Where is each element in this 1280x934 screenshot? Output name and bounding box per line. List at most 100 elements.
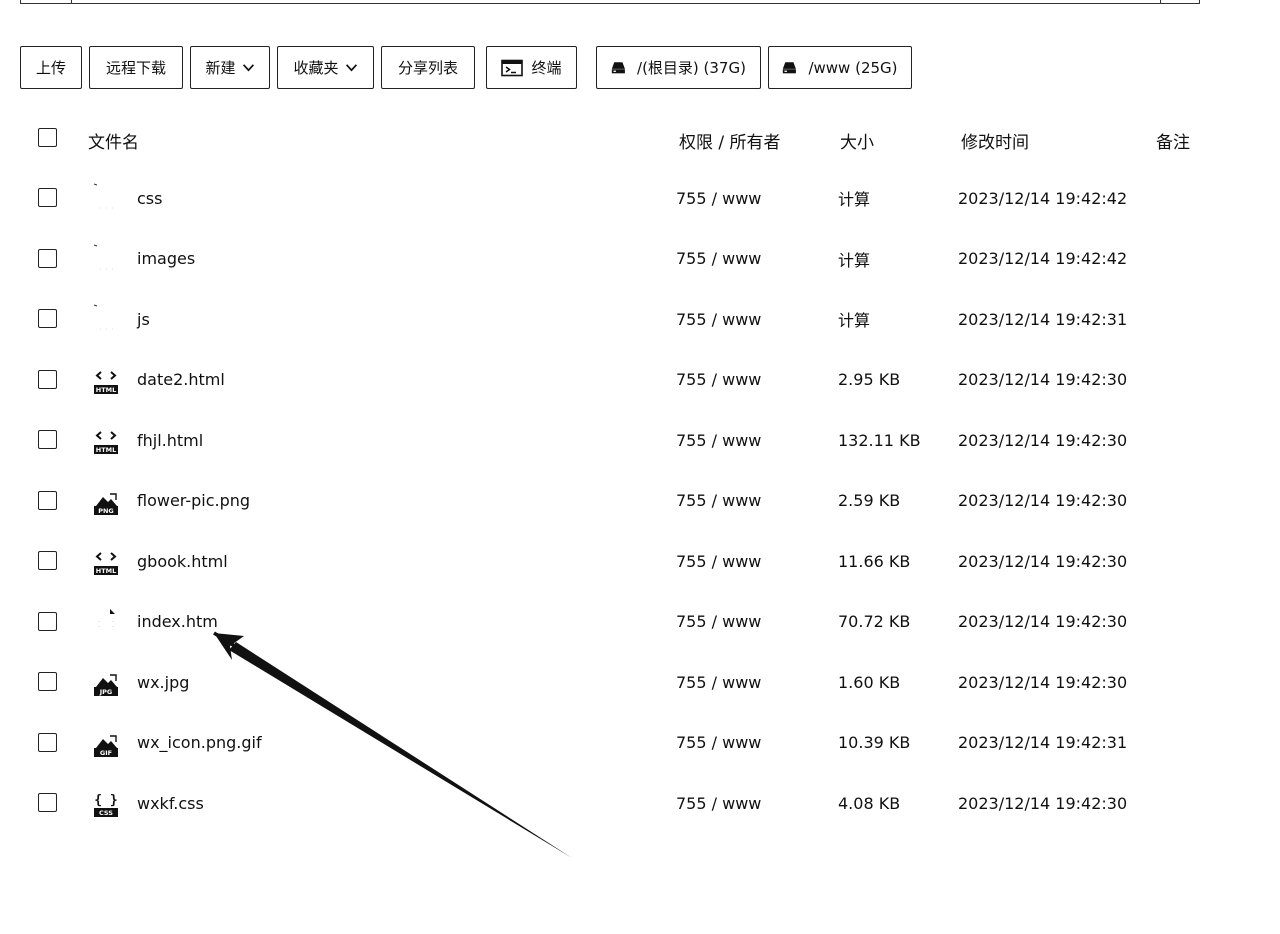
- file-name-link[interactable]: wx_icon.png.gif: [137, 713, 262, 774]
- table-row[interactable]: css 755 / www 计算 2023/12/14 19:42:42: [0, 168, 1280, 229]
- file-modified-time: 2023/12/14 19:42:30: [958, 672, 1128, 692]
- favorites-button-label: 收藏夹: [293, 59, 339, 77]
- new-dropdown-button[interactable]: 新建: [190, 46, 270, 89]
- file-permission[interactable]: 755 / www: [676, 713, 761, 774]
- file-size[interactable]: 计算: [838, 168, 870, 229]
- row-checkbox[interactable]: [38, 732, 57, 752]
- file-size[interactable]: 计算: [838, 289, 870, 350]
- file-table: 文件名 权限 / 所有者 大小 修改时间 备注 css 755 / www 计算 20…: [0, 112, 1280, 834]
- share-list-button[interactable]: 分享列表: [381, 46, 475, 89]
- disk-www-label: /www (25G): [808, 58, 898, 77]
- file-permission[interactable]: 755 / www: [676, 652, 761, 713]
- html-file-icon: HTML: [92, 545, 120, 577]
- file-size[interactable]: 计算: [838, 229, 870, 290]
- table-row[interactable]: HTML fhjl.html 755 / www 132.11 KB 2023/12/1…: [0, 410, 1280, 471]
- table-row[interactable]: GIF wx_icon.png.gif 755 / www 10.39 KB 2023/…: [0, 713, 1280, 774]
- file-modified-time: 2023/12/14 19:42:30: [958, 793, 1128, 813]
- generic-file-icon: [92, 606, 120, 638]
- svg-text:HTML: HTML: [96, 386, 116, 394]
- disk-root-button[interactable]: /(根目录) (37G): [596, 46, 761, 89]
- terminal-icon: [501, 59, 524, 76]
- file-modified-time: 2023/12/14 19:42:31: [958, 309, 1128, 329]
- hard-disk-icon: [783, 61, 797, 73]
- row-checkbox[interactable]: [38, 793, 57, 812]
- select-all-checkbox[interactable]: [38, 128, 57, 147]
- share-list-label: 分享列表: [397, 59, 458, 77]
- file-permission[interactable]: 755 / www: [676, 350, 761, 411]
- file-permission[interactable]: 755 / www: [676, 471, 761, 532]
- header-note: 备注: [1156, 132, 1190, 153]
- file-permission[interactable]: 755 / www: [676, 289, 761, 350]
- file-name-link[interactable]: flower-pic.png: [137, 471, 250, 532]
- html-file-icon: HTML: [92, 364, 120, 396]
- file-name-link[interactable]: js: [137, 289, 150, 350]
- row-checkbox[interactable]: [38, 611, 57, 631]
- file-size: 2.59 KB: [838, 491, 901, 511]
- header-modified[interactable]: 修改时间: [961, 112, 1029, 168]
- table-row[interactable]: JPG wx.jpg 755 / www 1.60 KB 2023/12/14 19:4…: [0, 652, 1280, 713]
- header-permission[interactable]: 权限 / 所有者: [679, 112, 781, 168]
- svg-text:GIF: GIF: [100, 749, 112, 757]
- file-name-link[interactable]: wxkf.css: [137, 773, 204, 834]
- file-size: 1.60 KB: [838, 672, 901, 692]
- row-checkbox[interactable]: [38, 248, 57, 268]
- svg-text:CSS: CSS: [99, 809, 113, 817]
- table-row[interactable]: PNG flower-pic.png 755 / www 2.59 KB 2023/12…: [0, 471, 1280, 532]
- header-size[interactable]: 大小: [840, 112, 874, 168]
- upload-button[interactable]: 上传: [20, 46, 82, 89]
- css-file-icon: { } CSS: [92, 787, 120, 819]
- terminal-button[interactable]: 终端: [486, 46, 577, 89]
- row-checkbox[interactable]: [38, 309, 57, 328]
- gif-file-icon: GIF: [92, 727, 120, 759]
- file-name-link[interactable]: index.htm: [137, 592, 218, 653]
- file-name-link[interactable]: css: [137, 168, 162, 229]
- file-modified-time: 2023/12/14 19:42:30: [958, 491, 1128, 511]
- jpg-file-icon: JPG: [92, 666, 120, 698]
- row-checkbox[interactable]: [38, 551, 57, 570]
- file-permission[interactable]: 755 / www: [676, 592, 761, 653]
- chevron-down-icon: [242, 64, 254, 72]
- path-bar[interactable]: [20, 0, 1200, 4]
- table-row[interactable]: images 755 / www 计算 2023/12/14 19:42:42: [0, 229, 1280, 290]
- file-permission[interactable]: 755 / www: [676, 773, 761, 834]
- png-file-icon: PNG: [92, 485, 120, 517]
- table-row[interactable]: { } CSS wxkf.css 755 / www 4.08 KB 2023/12/14…: [0, 773, 1280, 834]
- file-size: 2.95 KB: [838, 370, 901, 390]
- file-modified-time: 2023/12/14 19:42:30: [958, 612, 1128, 632]
- file-size: 132.11 KB: [838, 430, 921, 450]
- row-checkbox[interactable]: [38, 430, 57, 449]
- favorites-dropdown-button[interactable]: 收藏夹: [277, 46, 374, 89]
- file-permission[interactable]: 755 / www: [676, 531, 761, 592]
- table-row[interactable]: HTML date2.html 755 / www 2.95 KB 2023/12/14…: [0, 350, 1280, 411]
- row-checkbox[interactable]: [38, 188, 57, 207]
- remote-download-label: 远程下载: [105, 59, 166, 77]
- file-name-link[interactable]: wx.jpg: [137, 652, 189, 713]
- svg-text:{ }: { }: [94, 793, 117, 808]
- file-permission[interactable]: 755 / www: [676, 410, 761, 471]
- table-row[interactable]: js 755 / www 计算 2023/12/14 19:42:31: [0, 289, 1280, 350]
- file-permission[interactable]: 755 / www: [676, 168, 761, 229]
- header-filename[interactable]: 文件名: [88, 112, 139, 168]
- file-permission[interactable]: 755 / www: [676, 229, 761, 290]
- disk-root-label: /(根目录) (37G): [637, 59, 746, 77]
- file-name-link[interactable]: fhjl.html: [137, 410, 203, 471]
- row-checkbox[interactable]: [38, 672, 57, 691]
- file-size: 11.66 KB: [838, 551, 911, 571]
- row-checkbox[interactable]: [38, 369, 57, 389]
- folder-icon: [92, 182, 120, 214]
- file-name-link[interactable]: date2.html: [137, 350, 225, 411]
- table-row[interactable]: index.htm 755 / www 70.72 KB 2023/12/14 19:…: [0, 592, 1280, 653]
- chevron-down-icon: [345, 64, 357, 72]
- path-bar-divider: [1160, 0, 1161, 3]
- file-name-link[interactable]: images: [137, 229, 195, 290]
- disk-www-button[interactable]: /www (25G): [768, 46, 912, 89]
- table-row[interactable]: HTML gbook.html 755 / www 11.66 KB 2023/12/1…: [0, 531, 1280, 592]
- table-header: 文件名 权限 / 所有者 大小 修改时间 备注: [0, 112, 1280, 168]
- file-name-link[interactable]: gbook.html: [137, 531, 228, 592]
- row-checkbox[interactable]: [38, 490, 57, 510]
- remote-download-button[interactable]: 远程下载: [89, 46, 183, 89]
- hard-disk-icon: [611, 61, 625, 73]
- path-bar-divider: [71, 0, 72, 3]
- svg-text:JPG: JPG: [99, 688, 113, 696]
- folder-icon: [92, 243, 120, 275]
